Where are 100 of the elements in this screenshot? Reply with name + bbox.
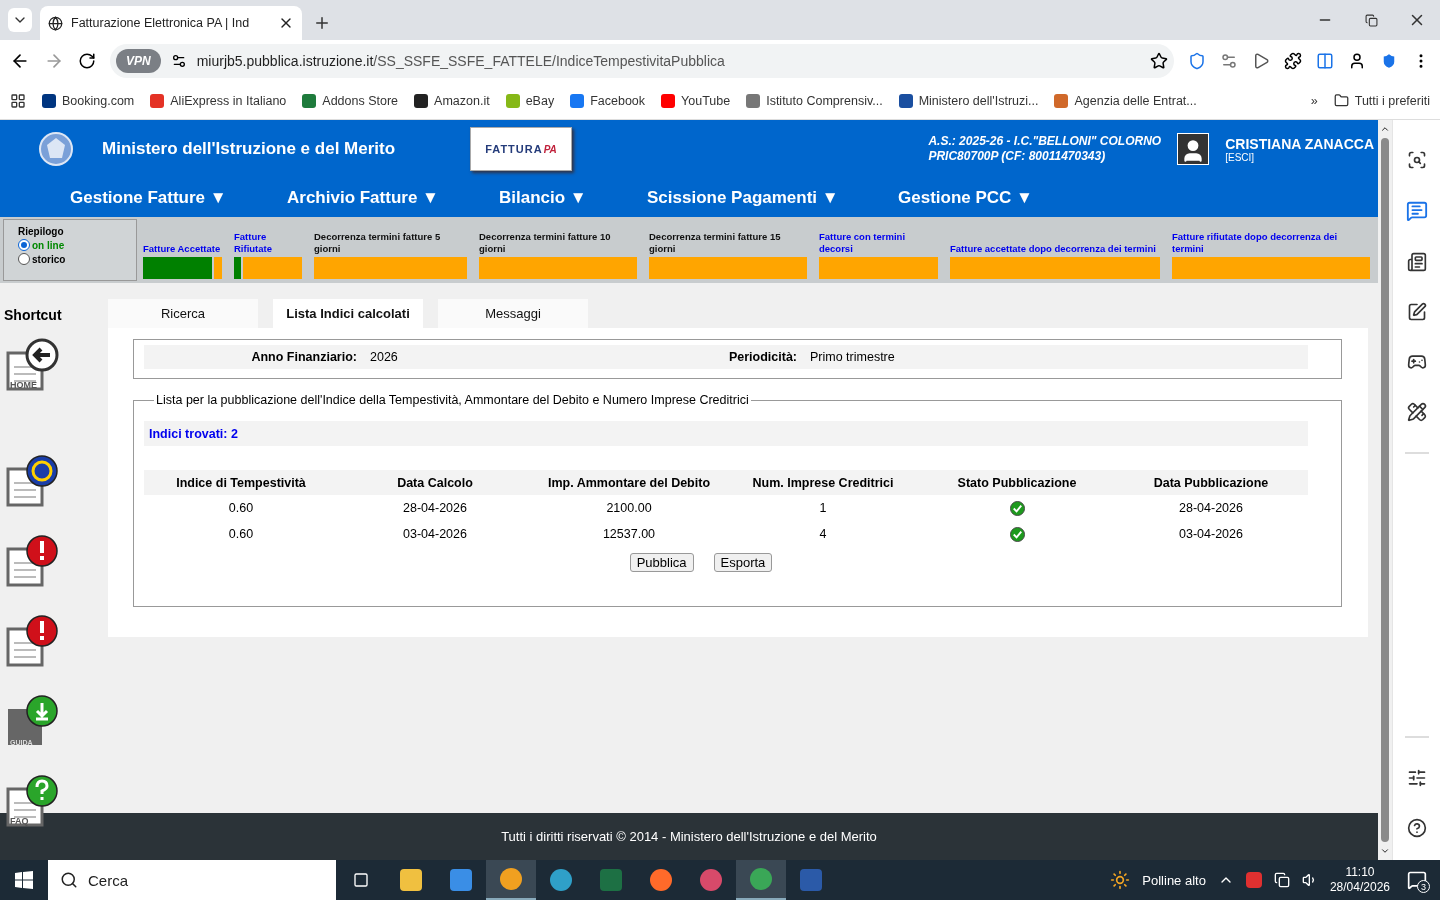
- bookmark-link[interactable]: YouTube: [661, 93, 731, 108]
- avatar-icon: [1177, 133, 1210, 165]
- play-icon[interactable]: [1252, 52, 1270, 70]
- scroll-down-icon[interactable]: [1380, 846, 1390, 856]
- tab-title: Fatturazione Elettronica PA | Ind: [71, 16, 251, 30]
- clock[interactable]: 11:10 28/04/2026: [1329, 865, 1390, 895]
- scrollbar[interactable]: [1378, 120, 1392, 860]
- side-panel-icon[interactable]: [1316, 52, 1334, 70]
- table-cell-text: 2100.00: [605, 500, 653, 517]
- tools-icon[interactable]: [1406, 402, 1427, 422]
- apps-icon[interactable]: [10, 92, 26, 109]
- taskbar-search[interactable]: Cerca: [48, 860, 336, 900]
- indicator-label: Decorrenza termini fatture 5 giorni: [314, 231, 442, 255]
- export-button[interactable]: Esporta: [713, 553, 773, 572]
- field-value: 2026: [370, 350, 399, 364]
- bookmark-link[interactable]: Agenzia delle Entrat...: [1054, 93, 1197, 108]
- indicator-label: Decorrenza termini fatture 15 giorni: [649, 231, 782, 255]
- profile-icon[interactable]: [1348, 52, 1366, 70]
- radio-label: on line: [32, 239, 65, 251]
- all-bookmarks-link[interactable]: Tutti i preferiti: [1354, 93, 1430, 108]
- emblem-icon: [38, 131, 74, 167]
- site-title: Ministero dell'Istruzione e del Merito: [102, 139, 397, 159]
- radio-button[interactable]: [18, 239, 30, 251]
- extensions-icon[interactable]: [1284, 52, 1302, 70]
- indicator-link[interactable]: Fatture accettate dopo decorrenza dei termini: [950, 243, 1160, 255]
- nav-menu-item[interactable]: Archivio Fatture ▼: [287, 187, 499, 208]
- bookmark-link[interactable]: Istituto Comprensiv...: [746, 93, 883, 108]
- browser-tab[interactable]: Fatturazione Elettronica PA | Ind: [40, 6, 302, 40]
- reload-icon[interactable]: [78, 52, 96, 70]
- table-cell-text: 03-04-2026: [1178, 526, 1244, 543]
- tab[interactable]: Ricerca: [108, 299, 258, 328]
- address-bar[interactable]: VPN miurjb5.pubblica.istruzione.it/SS_SSFE_SSFE_FATTELE/IndiceTempestivitaPubblica: [110, 44, 1174, 78]
- search-icon: [60, 871, 78, 889]
- logout-link[interactable]: [ESCI]: [1225, 151, 1374, 163]
- chat-icon[interactable]: [1405, 200, 1428, 222]
- sun-icon: [1110, 870, 1131, 890]
- indicator-link[interactable]: Fatture rifiutate dopo decorrenza dei termini: [1172, 231, 1370, 255]
- news-icon[interactable]: [1406, 252, 1427, 272]
- check-icon: [1009, 526, 1025, 542]
- scroll-up-icon[interactable]: [1380, 124, 1390, 134]
- globe-icon: [48, 15, 63, 31]
- indicator-link[interactable]: Fatture Rifiutate: [234, 231, 302, 255]
- column-header: Imp. Ammontare del Debito: [532, 470, 726, 495]
- alert-shortcut[interactable]: [4, 613, 60, 669]
- tab[interactable]: Messaggi: [438, 299, 588, 328]
- fattura-logo: FATTURAPA: [470, 127, 572, 171]
- search-icon[interactable]: [1406, 150, 1427, 170]
- indicator-link[interactable]: Fatture con termini decorsi: [819, 231, 938, 255]
- column-header: Data Pubblicazione: [1114, 470, 1308, 495]
- radio-button[interactable]: [18, 253, 30, 265]
- site-settings-icon[interactable]: [170, 53, 187, 69]
- tab[interactable]: Lista Indici calcolati: [273, 299, 423, 328]
- bookmark-link[interactable]: Addons Store: [302, 93, 399, 108]
- more-bookmarks-button[interactable]: »: [1310, 93, 1318, 108]
- nav-menu-item[interactable]: Gestione PCC ▼: [898, 187, 1058, 208]
- settings-icon[interactable]: [1406, 768, 1427, 788]
- indicator-link[interactable]: Fatture Accettate: [143, 243, 222, 255]
- edit-icon[interactable]: [1406, 302, 1427, 322]
- alert-shortcut[interactable]: [4, 533, 60, 589]
- bookmark-star-icon[interactable]: [1150, 52, 1168, 70]
- column-header: Data Calcolo: [338, 470, 532, 495]
- tray-app-icon[interactable]: [1245, 872, 1262, 888]
- new-tab-icon[interactable]: [313, 14, 331, 32]
- bookmark-link[interactable]: Booking.com: [42, 93, 135, 108]
- bookmark-link[interactable]: Ministero dell'Istruzi...: [898, 93, 1039, 108]
- school-info: A.S.: 2025-26 - I.C."BELLONI" COLORNO: [928, 134, 1162, 149]
- summary-title: Riepilogo: [18, 226, 65, 237]
- field-value: Primo trimestre: [810, 350, 896, 364]
- shield-icon[interactable]: [1380, 52, 1398, 70]
- check-icon: [1009, 500, 1025, 516]
- windows-start-icon[interactable]: [15, 871, 33, 889]
- nav-menu-item[interactable]: Gestione Fatture ▼: [70, 187, 287, 208]
- weather-text[interactable]: Polline alto: [1142, 872, 1206, 888]
- bookmark-link[interactable]: Amazon.it: [414, 93, 490, 108]
- bookmark-link[interactable]: AliExpress in Italiano: [150, 93, 287, 108]
- table-cell-text: 28-04-2026: [402, 500, 468, 517]
- column-header: Num. Imprese Creditrici: [726, 470, 920, 495]
- radio-label: storico: [32, 253, 66, 265]
- indicator-label: Decorrenza termini fatture 10 giorni: [479, 231, 612, 255]
- table-cell-text: 4: [818, 526, 828, 543]
- table-cell-text: 03-04-2026: [402, 526, 468, 543]
- home-shortcut[interactable]: HOME: [4, 337, 60, 393]
- shield-icon[interactable]: [1188, 52, 1206, 70]
- help-icon[interactable]: [1406, 818, 1427, 838]
- column-header: Stato Pubblicazione: [920, 470, 1114, 495]
- table-cell-text: 1: [818, 500, 828, 517]
- list-legend: Lista per la pubblicazione dell'Indice della Tempestività, Ammontare del Debito e Numero Imprese Creditrici: [154, 393, 751, 407]
- euro-shortcut[interactable]: [4, 453, 60, 509]
- nav-menu-item[interactable]: Scissione Pagamenti ▼: [647, 187, 898, 208]
- bookmark-link[interactable]: Facebook: [570, 93, 646, 108]
- gamepad-icon[interactable]: [1406, 352, 1427, 372]
- progress-bar: [234, 257, 302, 279]
- vpn-badge[interactable]: VPN: [116, 49, 161, 73]
- publish-button[interactable]: Pubblica: [629, 553, 694, 572]
- restore-icon[interactable]: [1364, 13, 1378, 27]
- table-cell-text: 28-04-2026: [1178, 500, 1244, 517]
- bookmark-link[interactable]: eBay: [505, 93, 555, 108]
- nav-menu-item[interactable]: Bilancio ▼: [499, 187, 647, 208]
- notification-button[interactable]: 3: [1402, 865, 1432, 895]
- table-cell-text: 12537.00: [601, 526, 657, 543]
